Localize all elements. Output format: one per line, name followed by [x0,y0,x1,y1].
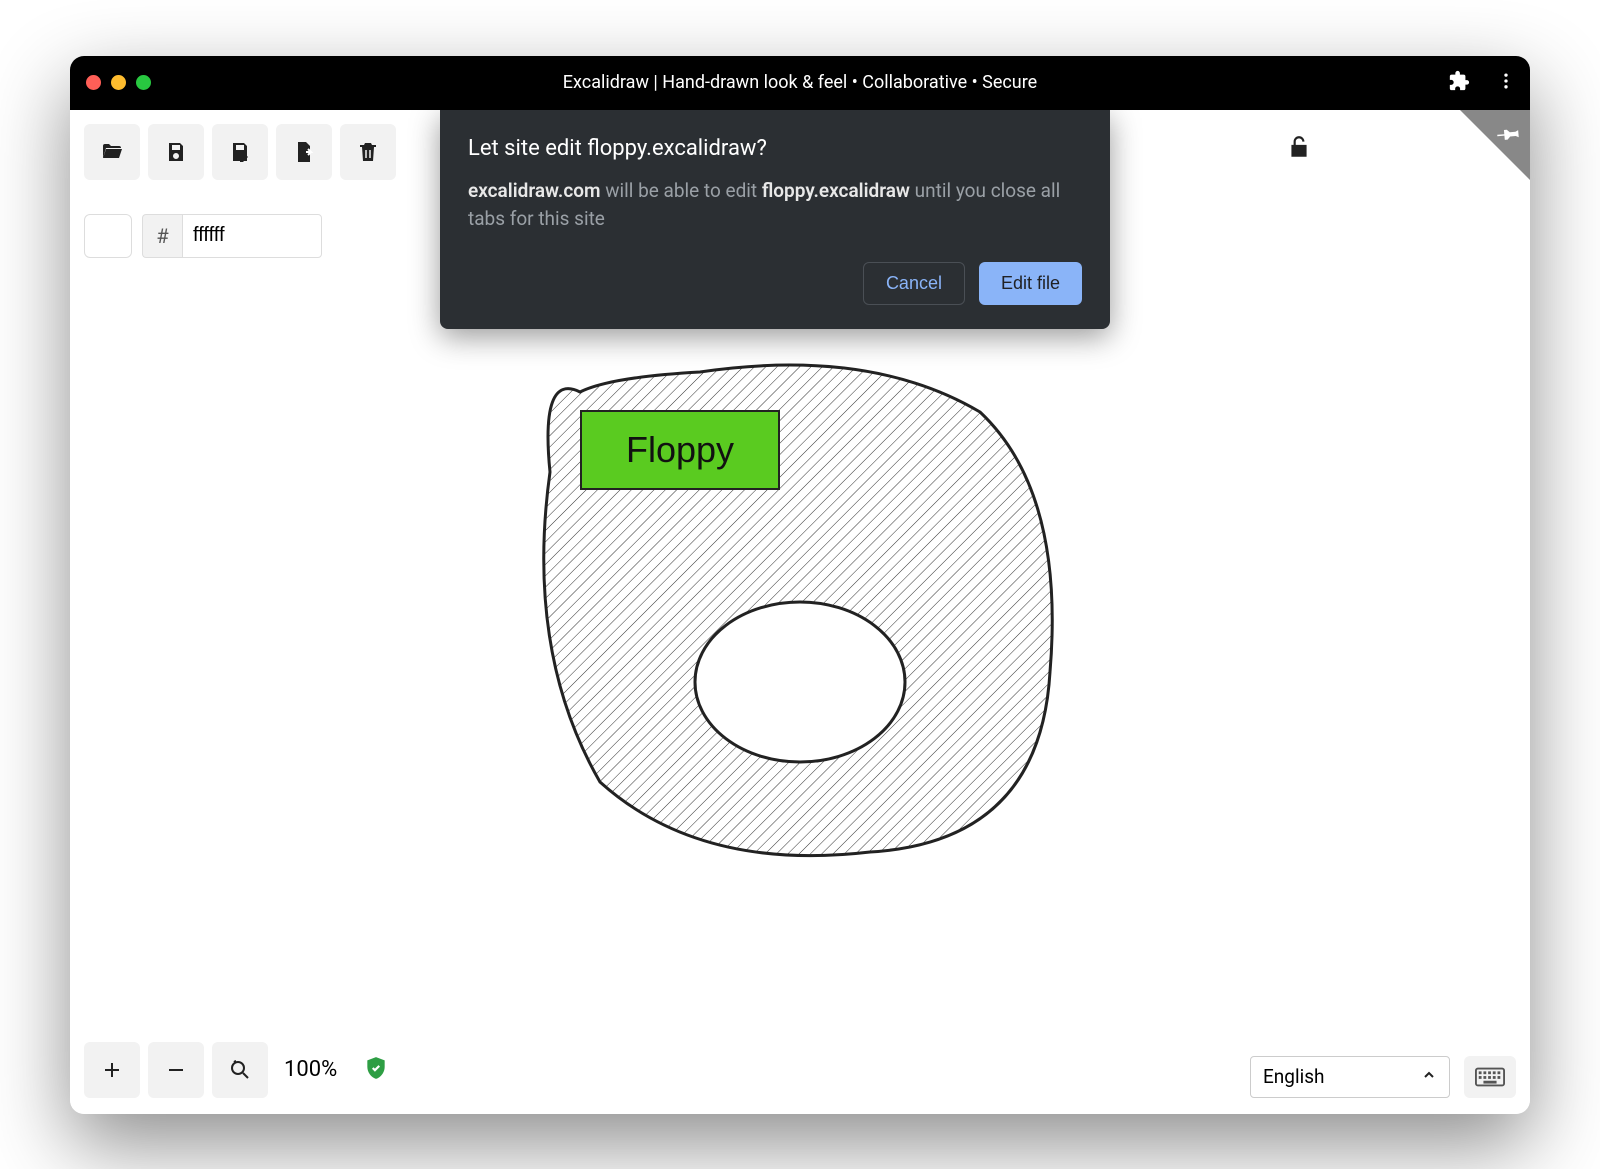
language-label: English [1263,1065,1324,1088]
color-picker-row: # [84,214,322,258]
app-area: Floppy # [70,110,1530,1114]
chevron-up-icon [1421,1065,1437,1088]
bottom-right-controls: English [1250,1056,1516,1098]
delete-button[interactable] [340,124,396,180]
edit-file-button[interactable]: Edit file [979,262,1082,305]
titlebar-actions [1448,70,1516,96]
dialog-site: excalidraw.com [468,179,601,202]
page-title: Excalidraw | Hand-drawn look & feel • Co… [563,72,1037,93]
zoom-level: 100% [276,1057,345,1082]
keyboard-button[interactable] [1464,1056,1516,1098]
color-swatch[interactable] [84,214,132,258]
zoom-controls: 100% [84,1042,389,1098]
save-button[interactable] [148,124,204,180]
zoom-in-button[interactable] [84,1042,140,1098]
window-controls [86,75,151,90]
zoom-reset-button[interactable] [212,1042,268,1098]
save-as-button[interactable] [212,124,268,180]
dialog-body: excalidraw.com will be able to edit flop… [468,177,1082,234]
permission-dialog: Let site edit floppy.excalidraw? excalid… [440,110,1110,329]
dialog-actions: Cancel Edit file [468,262,1082,305]
shield-icon[interactable] [363,1055,389,1085]
file-toolbar [84,124,396,180]
extensions-icon[interactable] [1448,70,1470,96]
browser-window: Excalidraw | Hand-drawn look & feel • Co… [70,56,1530,1114]
close-window-button[interactable] [86,75,101,90]
open-button[interactable] [84,124,140,180]
dialog-file: floppy.excalidraw [762,179,910,202]
language-select[interactable]: English [1250,1056,1450,1098]
overflow-menu-icon[interactable] [1496,71,1516,95]
lock-icon[interactable] [1286,134,1312,164]
dialog-text-middle: will be able to edit [601,179,762,202]
hash-label: # [142,214,182,258]
cancel-button[interactable]: Cancel [863,262,965,305]
zoom-out-button[interactable] [148,1042,204,1098]
minimize-window-button[interactable] [111,75,126,90]
floppy-label[interactable]: Floppy [580,410,780,490]
titlebar: Excalidraw | Hand-drawn look & feel • Co… [70,56,1530,110]
dialog-title: Let site edit floppy.excalidraw? [468,136,1082,161]
hex-input[interactable] [182,214,322,258]
maximize-window-button[interactable] [136,75,151,90]
export-button[interactable] [276,124,332,180]
